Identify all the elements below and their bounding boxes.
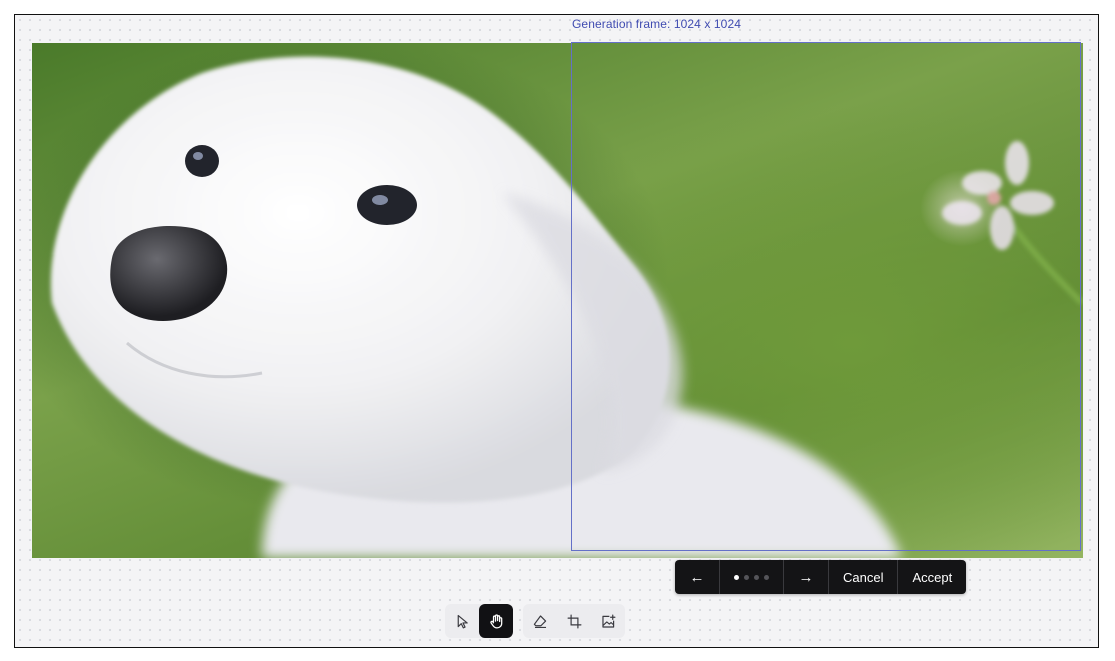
eraser-tool-button[interactable] — [523, 604, 557, 638]
navigation-tools-group — [445, 604, 513, 638]
hand-icon — [489, 613, 502, 629]
add-image-icon — [601, 614, 615, 628]
accept-button[interactable]: Accept — [898, 560, 966, 594]
editor-canvas[interactable]: Generation frame: 1024 x 1024 ← → Cancel… — [14, 14, 1099, 648]
select-tool-button[interactable] — [445, 604, 479, 638]
frame-tool-button[interactable] — [557, 604, 591, 638]
arrow-right-icon: → — [798, 568, 814, 586]
variant-dot — [744, 574, 749, 580]
edit-tools-group — [523, 604, 625, 638]
variant-dot — [754, 574, 759, 580]
generation-frame-label: Generation frame: 1024 x 1024 — [572, 17, 742, 31]
variant-indicator — [720, 560, 784, 594]
variant-dot — [734, 574, 739, 580]
eraser-icon — [533, 614, 546, 628]
next-variant-button[interactable]: → — [784, 560, 829, 594]
variant-bar: ← → Cancel Accept — [675, 560, 967, 594]
previous-variant-button[interactable]: ← — [675, 560, 720, 594]
generation-frame[interactable] — [571, 42, 1081, 551]
add-image-tool-button[interactable] — [591, 604, 625, 638]
crop-frame-icon — [567, 614, 581, 628]
hand-tool-button[interactable] — [479, 604, 513, 638]
variant-dot — [764, 574, 769, 580]
bottom-toolbar — [445, 604, 625, 638]
cursor-arrow-icon — [457, 614, 468, 628]
cancel-button[interactable]: Cancel — [829, 560, 899, 594]
arrow-left-icon: ← — [689, 568, 705, 586]
